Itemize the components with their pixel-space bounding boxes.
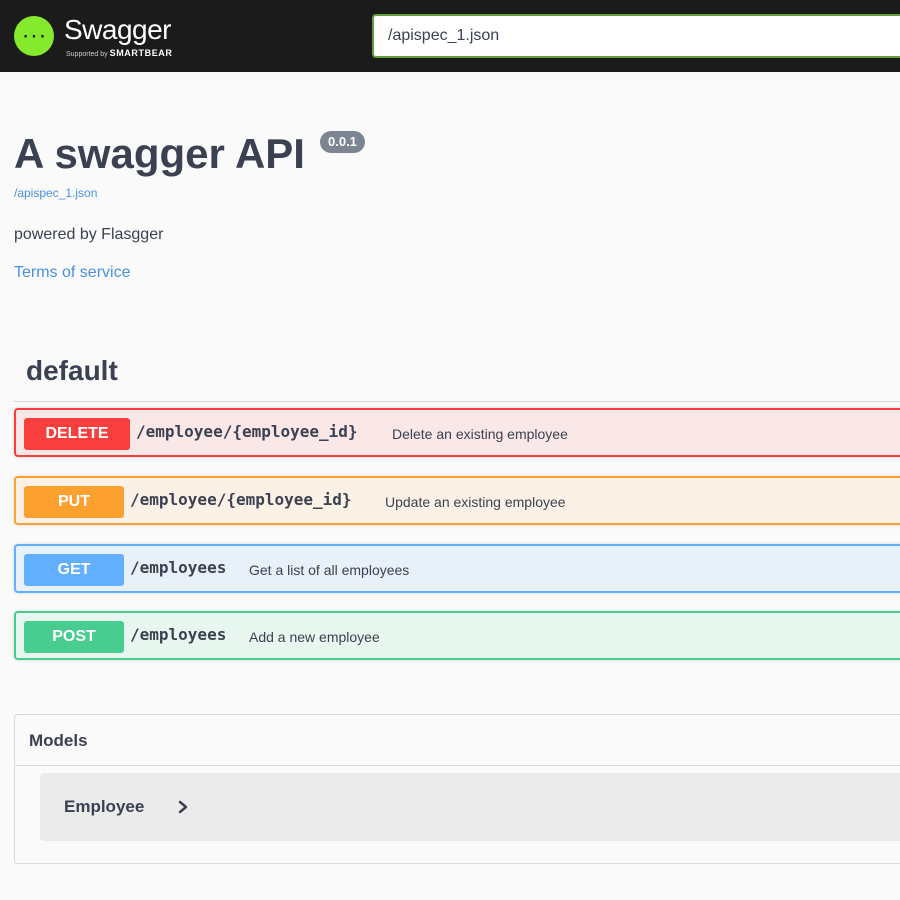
model-name: Employee <box>64 797 145 816</box>
swagger-logo[interactable]: {···} Swagger Supported by SMARTBEAR <box>14 10 182 62</box>
spec-link[interactable]: /apispec_1.json <box>14 186 97 200</box>
operation-path: /employee/{employee_id} <box>136 422 358 441</box>
operation-delete-employee[interactable]: DELETE /employee/{employee_id} Delete an… <box>14 408 900 457</box>
operation-summary: Update an existing employee <box>385 494 566 510</box>
method-badge-get: GET <box>24 554 124 586</box>
api-title: A swagger API <box>14 130 305 177</box>
operation-path: /employees <box>130 558 227 577</box>
model-employee[interactable]: Employee <box>40 773 900 841</box>
logo-tagline: Supported by SMARTBEAR <box>66 48 173 58</box>
operation-summary: Get a list of all employees <box>249 562 410 578</box>
operation-put-employee[interactable]: PUT /employee/{employee_id} Update an ex… <box>14 476 900 525</box>
models-divider <box>15 765 900 766</box>
tag-section-title[interactable]: default <box>26 355 118 387</box>
section-divider <box>14 401 900 402</box>
logo-name: Swagger <box>64 14 172 45</box>
operation-post-employees[interactable]: POST /employees Add a new employee <box>14 611 900 660</box>
topbar: {···} Swagger Supported by SMARTBEAR <box>0 0 900 72</box>
svg-text:{···}: {···} <box>21 29 47 45</box>
models-section: Models Employee <box>14 714 900 864</box>
operation-path: /employees <box>130 625 227 644</box>
method-badge-post: POST <box>24 621 124 653</box>
version-badge: 0.0.1 <box>320 131 365 153</box>
method-badge-delete: DELETE <box>24 418 130 450</box>
terms-of-service-link[interactable]: Terms of service <box>14 264 130 282</box>
chevron-right-icon[interactable] <box>176 799 190 815</box>
operation-summary: Delete an existing employee <box>392 426 568 442</box>
operation-path: /employee/{employee_id} <box>130 490 352 509</box>
operation-summary: Add a new employee <box>249 629 380 645</box>
models-title[interactable]: Models <box>29 731 88 751</box>
api-description: powered by Flasgger <box>14 226 164 243</box>
operation-get-employees[interactable]: GET /employees Get a list of all employe… <box>14 544 900 593</box>
spec-url-input[interactable] <box>372 14 900 58</box>
method-badge-put: PUT <box>24 486 124 518</box>
swagger-braces-icon: {···} <box>14 16 54 56</box>
